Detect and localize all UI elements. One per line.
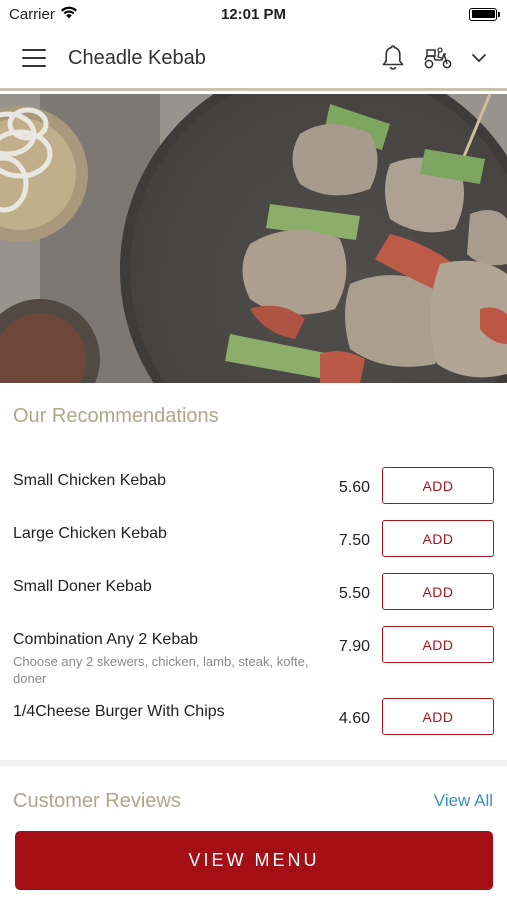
status-left: Carrier <box>9 6 78 23</box>
recommendations-heading: Our Recommendations <box>13 405 219 427</box>
add-button[interactable]: ADD <box>382 520 494 557</box>
item-name: Combination Any 2 Kebab <box>13 631 199 648</box>
chevron-down-icon[interactable] <box>471 53 487 63</box>
item-price: 4.60 <box>338 710 370 727</box>
item-name: Large Chicken Kebab <box>13 525 167 542</box>
view-all-link[interactable]: View All <box>434 791 493 811</box>
carrier-label: Carrier <box>9 5 55 23</box>
app-header: Cheadle Kebab <box>0 28 507 91</box>
item-description: Choose any 2 skewers, chicken, lamb, ste… <box>13 654 309 686</box>
item-name: Small Doner Kebab <box>13 578 152 595</box>
item-price: 7.90 <box>338 638 370 655</box>
add-button[interactable]: ADD <box>382 467 494 504</box>
section-divider <box>0 760 507 766</box>
scooter-icon[interactable] <box>423 46 453 70</box>
add-button[interactable]: ADD <box>382 698 494 735</box>
reviews-heading: Customer Reviews <box>13 790 181 812</box>
restaurant-title: Cheadle Kebab <box>68 46 206 69</box>
item-name: 1/4Cheese Burger With Chips <box>13 703 225 720</box>
wifi-icon <box>60 6 78 23</box>
battery-icon <box>469 7 500 21</box>
header-actions <box>381 44 487 72</box>
menu-icon[interactable] <box>22 49 46 67</box>
item-price: 5.50 <box>338 585 370 602</box>
item-name: Small Chicken Kebab <box>13 472 166 489</box>
add-button[interactable]: ADD <box>382 626 494 663</box>
add-button[interactable]: ADD <box>382 573 494 610</box>
item-price: 5.60 <box>338 479 370 496</box>
status-bar: Carrier 12:01 PM <box>0 0 507 28</box>
view-menu-button[interactable]: VIEW MENU <box>15 831 493 890</box>
bell-icon[interactable] <box>381 44 405 72</box>
item-price: 7.50 <box>338 532 370 549</box>
hero-image <box>0 94 507 383</box>
